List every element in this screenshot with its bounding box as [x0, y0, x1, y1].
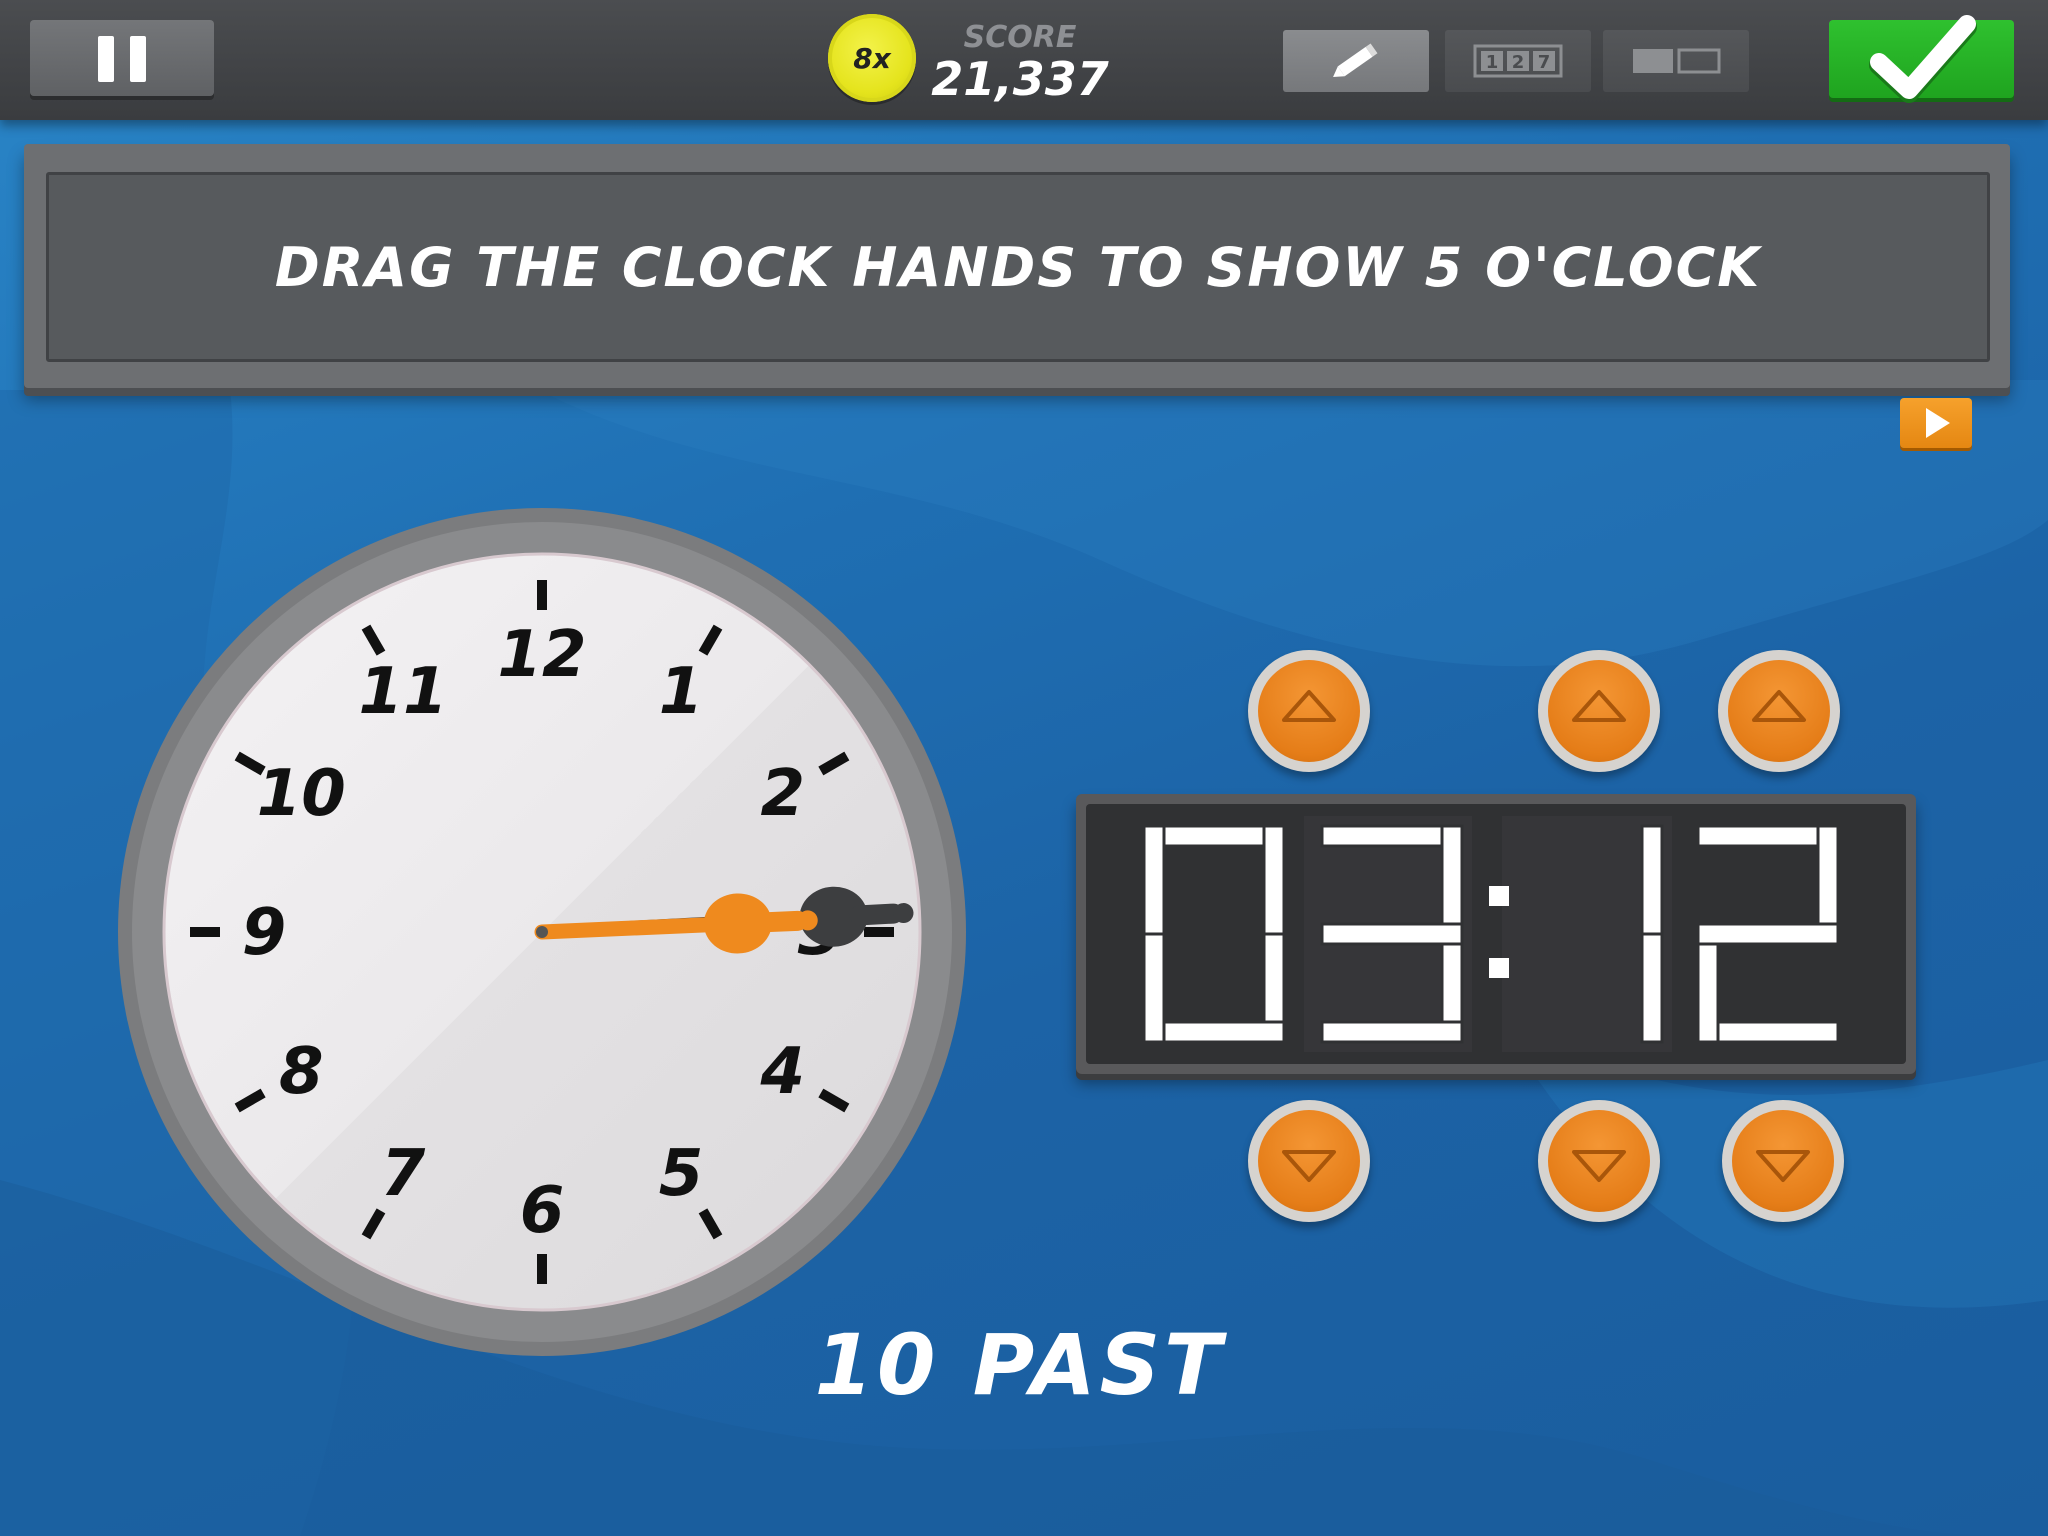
- clock-pivot: [536, 926, 548, 938]
- minute-tens-up-button[interactable]: [1538, 650, 1660, 772]
- arrow-down-icon: [1572, 1150, 1626, 1182]
- svg-text:1: 1: [1486, 52, 1499, 73]
- digital-clock: [1076, 794, 1916, 1074]
- digital-digits: [1142, 816, 1840, 1052]
- pencil-button[interactable]: [1283, 30, 1429, 92]
- minute-ones-up-button[interactable]: [1718, 650, 1840, 772]
- clock-number: 2: [760, 757, 805, 831]
- pencil-icon: [1333, 43, 1378, 78]
- svg-text:2: 2: [1512, 52, 1525, 73]
- top-bar: 8x SCORE 21,337 1 2 7: [0, 0, 2048, 120]
- hour-tens-down-button[interactable]: [1248, 1100, 1370, 1222]
- pause-button[interactable]: [30, 20, 214, 96]
- clock-number: 10: [257, 757, 346, 831]
- minute-ones-down-button[interactable]: [1722, 1100, 1844, 1222]
- digit-minute-ones: [1696, 824, 1840, 1044]
- clock-number: 12: [497, 618, 586, 692]
- instruction-panel: DRAG THE CLOCK HANDS TO SHOW 5 O'CLOCK: [46, 172, 1990, 362]
- score-value: 21,337: [931, 52, 1109, 106]
- time-caption: 10 PAST: [814, 1316, 1226, 1414]
- svg-text:7: 7: [1538, 52, 1551, 73]
- instruction-text: DRAG THE CLOCK HANDS TO SHOW 5 O'CLOCK: [274, 235, 1762, 299]
- clock-number: 6: [520, 1174, 565, 1248]
- arrow-down-icon: [1756, 1150, 1810, 1182]
- analog-clock: 121234567891011: [118, 508, 966, 1356]
- play-icon: [1926, 408, 1950, 438]
- check-icon: [1868, 15, 1977, 103]
- minute-tens-down-button[interactable]: [1538, 1100, 1660, 1222]
- digit-hour-tens: [1142, 824, 1286, 1044]
- multiplier-badge: 8x: [828, 14, 916, 102]
- numbers-button[interactable]: 1 2 7: [1445, 30, 1591, 92]
- clock-number: 9: [242, 896, 287, 970]
- arrow-up-icon: [1752, 690, 1806, 722]
- clock-number: 7: [381, 1137, 426, 1211]
- split-view-button[interactable]: [1603, 30, 1749, 92]
- confirm-button[interactable]: [1829, 15, 2014, 103]
- clock-number: 4: [759, 1035, 805, 1109]
- arrow-up-icon: [1572, 690, 1626, 722]
- arrow-up-icon: [1282, 690, 1336, 722]
- numbers-icon: 1 2 7: [1473, 44, 1563, 78]
- score-label: SCORE: [963, 20, 1077, 55]
- play-audio-button[interactable]: [1900, 398, 1972, 448]
- pause-icon: [98, 36, 114, 82]
- instruction-banner: DRAG THE CLOCK HANDS TO SHOW 5 O'CLOCK: [24, 144, 2010, 388]
- arrow-down-icon: [1282, 1150, 1336, 1182]
- digit-minute-tens: [1640, 824, 1664, 1044]
- clock-number: 8: [279, 1035, 324, 1109]
- clock-number: 11: [358, 655, 447, 729]
- clock-number: 1: [659, 655, 704, 729]
- split-view-icon: [1633, 48, 1721, 74]
- clock-number: 5: [659, 1137, 704, 1211]
- hour-tens-up-button[interactable]: [1248, 650, 1370, 772]
